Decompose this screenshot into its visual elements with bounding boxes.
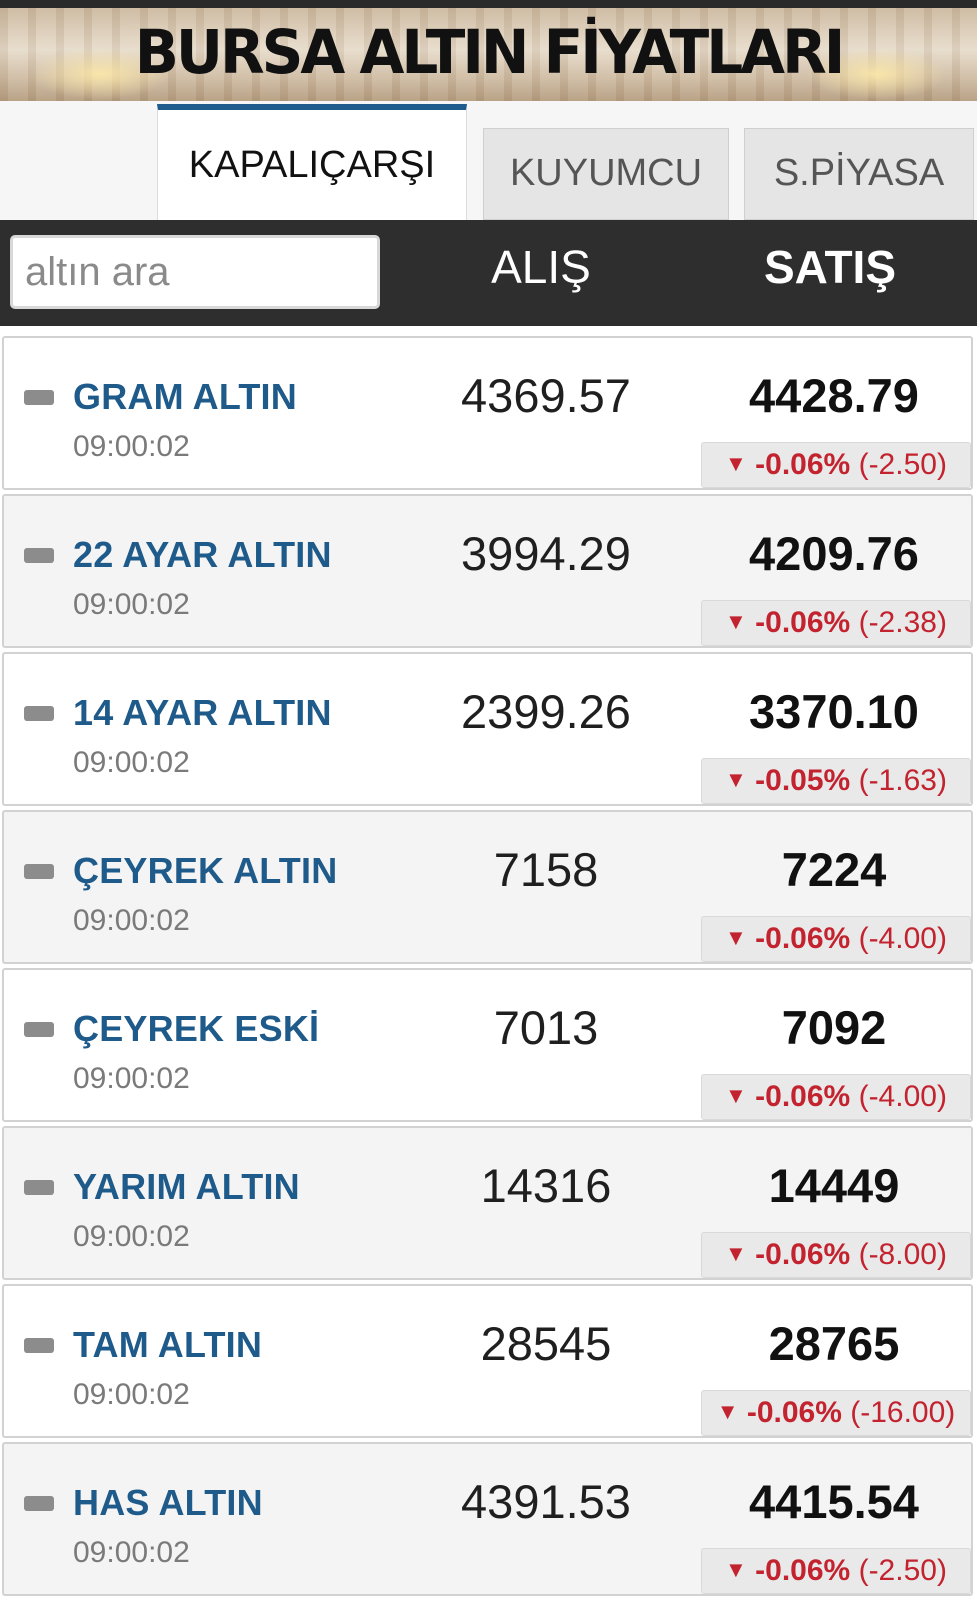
item-name: YARIM ALTIN (73, 1166, 300, 1207)
down-arrow-icon: ▼ (725, 609, 747, 634)
change-badge: ▼ -0.06% (-2.50) (701, 442, 971, 488)
buy-price: 3994.29 (461, 527, 631, 580)
change-badge: ▼ -0.06% (-4.00) (701, 1074, 971, 1120)
tab-kuyumcu[interactable]: KUYUMCU (483, 128, 729, 220)
item-time: 09:00:02 (73, 1062, 190, 1095)
buy-price: 28545 (480, 1317, 612, 1370)
price-row[interactable]: ÇEYREK ESKİ 09:00:02 7013 7092 ▼ -0.06% … (2, 968, 973, 1122)
sell-price: 7092 (781, 1001, 887, 1054)
price-row[interactable]: TAM ALTIN 09:00:02 28545 28765 ▼ -0.06% … (2, 1284, 973, 1438)
item-time: 09:00:02 (73, 1220, 190, 1253)
item-time: 09:00:02 (73, 430, 190, 463)
down-arrow-icon: ▼ (725, 767, 747, 792)
table-header: ALIŞ SATIŞ (0, 220, 977, 326)
change-percent: -0.06% (746, 1396, 842, 1429)
sell-price: 28765 (768, 1317, 900, 1370)
search-input[interactable] (10, 235, 380, 309)
header-banner: BURSA ALTIN FİYATLARI (0, 0, 977, 101)
collapse-icon (24, 390, 54, 405)
down-arrow-icon: ▼ (725, 451, 747, 476)
sell-price: 7224 (781, 843, 887, 896)
change-percent: -0.06% (755, 1554, 851, 1587)
down-arrow-icon: ▼ (725, 1083, 747, 1108)
sell-column-header: SATIŞ (763, 241, 897, 293)
down-arrow-icon: ▼ (725, 1241, 747, 1266)
page-title: BURSA ALTIN FİYATLARI (134, 16, 846, 88)
item-time: 09:00:02 (73, 904, 190, 937)
down-arrow-icon: ▼ (725, 925, 747, 950)
change-amount: (-2.50) (858, 1554, 947, 1587)
change-badge: ▼ -0.06% (-2.38) (701, 600, 971, 646)
change-percent: -0.06% (755, 922, 851, 955)
change-badge: ▼ -0.06% (-8.00) (701, 1232, 971, 1278)
price-row[interactable]: ÇEYREK ALTIN 09:00:02 7158 7224 ▼ -0.06%… (2, 810, 973, 964)
change-amount: (-4.00) (858, 1080, 947, 1113)
sell-price: 4209.76 (749, 527, 919, 580)
collapse-icon (24, 864, 54, 879)
sell-price: 4428.79 (749, 369, 919, 422)
change-badge: ▼ -0.06% (-2.50) (701, 1548, 971, 1594)
change-amount: (-8.00) (858, 1238, 947, 1271)
change-percent: -0.05% (755, 764, 851, 797)
down-arrow-icon: ▼ (725, 1557, 747, 1582)
buy-price: 2399.26 (461, 685, 631, 738)
change-amount: (-2.50) (858, 448, 947, 481)
change-badge: ▼ -0.06% (-16.00) (701, 1390, 971, 1436)
price-row[interactable]: HAS ALTIN 09:00:02 4391.53 4415.54 ▼ -0.… (2, 1442, 973, 1596)
item-time: 09:00:02 (73, 588, 190, 621)
item-name: 14 AYAR ALTIN (73, 692, 332, 733)
change-percent: -0.06% (755, 448, 851, 481)
collapse-icon (24, 1496, 54, 1511)
collapse-icon (24, 1180, 54, 1195)
tab-kapalicarsi[interactable]: KAPALIÇARŞI (157, 104, 467, 220)
buy-price: 7013 (493, 1001, 599, 1054)
price-row[interactable]: YARIM ALTIN 09:00:02 14316 14449 ▼ -0.06… (2, 1126, 973, 1280)
change-amount: (-16.00) (850, 1396, 956, 1429)
item-name: 22 AYAR ALTIN (73, 534, 332, 575)
buy-price: 4369.57 (461, 369, 631, 422)
sell-price: 4415.54 (749, 1475, 919, 1528)
collapse-icon (24, 706, 54, 721)
change-amount: (-4.00) (858, 922, 947, 955)
collapse-icon (24, 1022, 54, 1037)
item-time: 09:00:02 (73, 1378, 190, 1411)
market-tabs: KAPALIÇARŞI KUYUMCU S.PİYASA (0, 101, 977, 220)
item-name: TAM ALTIN (73, 1324, 263, 1365)
price-row[interactable]: 14 AYAR ALTIN 09:00:02 2399.26 3370.10 ▼… (2, 652, 973, 806)
price-row[interactable]: GRAM ALTIN 09:00:02 4369.57 4428.79 ▼ -0… (2, 336, 973, 490)
change-amount: (-1.63) (858, 764, 947, 797)
change-badge: ▼ -0.05% (-1.63) (701, 758, 971, 804)
sell-price: 14449 (768, 1159, 900, 1212)
change-amount: (-2.38) (858, 606, 947, 639)
item-name: ÇEYREK ALTIN (73, 850, 338, 891)
price-row[interactable]: 22 AYAR ALTIN 09:00:02 3994.29 4209.76 ▼… (2, 494, 973, 648)
item-name: GRAM ALTIN (73, 376, 297, 417)
item-time: 09:00:02 (73, 746, 190, 779)
buy-price: 4391.53 (461, 1475, 631, 1528)
change-badge: ▼ -0.06% (-4.00) (701, 916, 971, 962)
sell-price: 3370.10 (749, 685, 919, 738)
collapse-icon (24, 548, 54, 563)
change-percent: -0.06% (755, 606, 851, 639)
buy-column-header: ALIŞ (491, 241, 591, 293)
item-name: HAS ALTIN (73, 1482, 263, 1523)
tab-serbest-piyasa[interactable]: S.PİYASA (744, 128, 974, 220)
buy-price: 14316 (480, 1159, 612, 1212)
item-name: ÇEYREK ESKİ (73, 1008, 320, 1049)
buy-price: 7158 (493, 843, 599, 896)
change-percent: -0.06% (755, 1238, 851, 1271)
down-arrow-icon: ▼ (716, 1399, 739, 1424)
change-percent: -0.06% (755, 1080, 851, 1113)
collapse-icon (24, 1338, 54, 1353)
item-time: 09:00:02 (73, 1536, 190, 1569)
